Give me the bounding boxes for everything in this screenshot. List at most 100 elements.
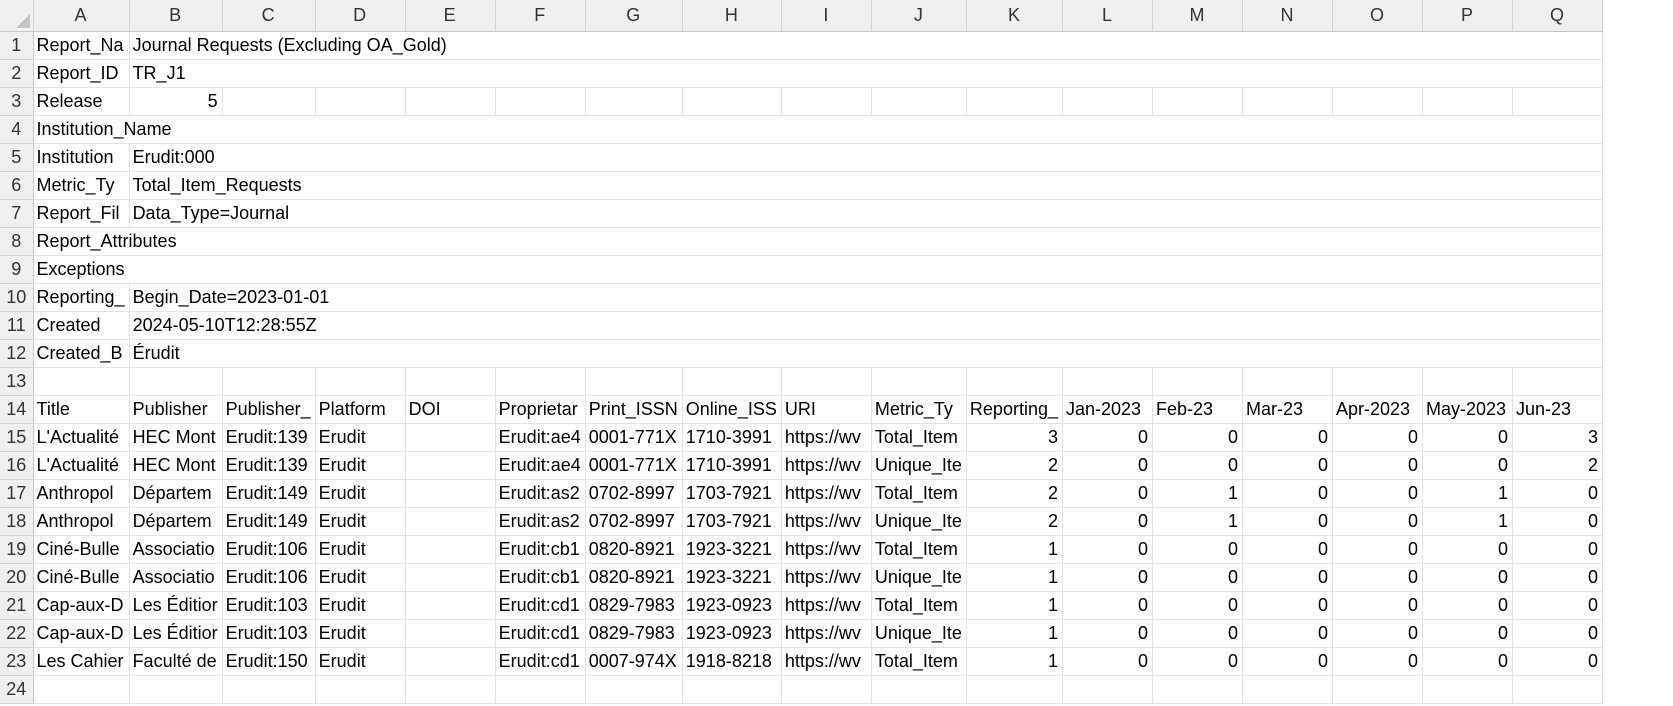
cell-h14[interactable]: Online_ISS bbox=[682, 395, 782, 424]
column-header-e[interactable]: E bbox=[405, 0, 496, 32]
cell-i20[interactable]: https://wv bbox=[781, 563, 872, 592]
cell-m15[interactable]: 0 bbox=[1152, 423, 1243, 452]
cell-b14[interactable]: Publisher bbox=[129, 395, 223, 424]
cell-o20[interactable]: 0 bbox=[1332, 563, 1423, 592]
cell-l20[interactable]: 0 bbox=[1062, 563, 1153, 592]
row-header[interactable]: 5 bbox=[0, 143, 34, 172]
cell-h22[interactable]: 1923-0923 bbox=[682, 619, 782, 648]
cell-i22[interactable]: https://wv bbox=[781, 619, 872, 648]
row-header[interactable]: 7 bbox=[0, 199, 34, 228]
cell-g16[interactable]: 0001-771X bbox=[585, 451, 683, 480]
row-header[interactable]: 11 bbox=[0, 311, 34, 340]
cell-g19[interactable]: 0820-8921 bbox=[585, 535, 683, 564]
cell-f19[interactable]: Erudit:cb1 bbox=[495, 535, 586, 564]
cell-q20[interactable]: 0 bbox=[1512, 563, 1603, 592]
column-header-f[interactable]: F bbox=[495, 0, 586, 32]
cell-o23[interactable]: 0 bbox=[1332, 647, 1423, 676]
cell-d16[interactable]: Erudit bbox=[315, 451, 406, 480]
cell-q22[interactable]: 0 bbox=[1512, 619, 1603, 648]
cell-p14[interactable]: May-2023 bbox=[1422, 395, 1513, 424]
cell-e24[interactable] bbox=[405, 675, 496, 704]
cell-q14[interactable]: Jun-23 bbox=[1512, 395, 1603, 424]
column-header-d[interactable]: D bbox=[315, 0, 406, 32]
cell-b20[interactable]: Associatio bbox=[129, 563, 223, 592]
cell-g18[interactable]: 0702-8997 bbox=[585, 507, 683, 536]
row-header[interactable]: 17 bbox=[0, 479, 34, 508]
cell-h13[interactable] bbox=[682, 367, 782, 396]
cell-b10[interactable]: Begin_Date=2023-01-01 bbox=[129, 283, 1603, 312]
cell-j16[interactable]: Unique_Ite bbox=[871, 451, 967, 480]
cell-a24[interactable] bbox=[33, 675, 130, 704]
cell-o18[interactable]: 0 bbox=[1332, 507, 1423, 536]
column-header-m[interactable]: M bbox=[1152, 0, 1243, 32]
cell-g13[interactable] bbox=[585, 367, 683, 396]
cell-e20[interactable] bbox=[405, 563, 496, 592]
cell-j3[interactable] bbox=[871, 87, 967, 116]
cell-c22[interactable]: Erudit:103 bbox=[222, 619, 316, 648]
cell-m21[interactable]: 0 bbox=[1152, 591, 1243, 620]
cell-b22[interactable]: Les Éditior bbox=[129, 619, 223, 648]
cell-j19[interactable]: Total_Item bbox=[871, 535, 967, 564]
cell-o24[interactable] bbox=[1332, 675, 1423, 704]
cell-f22[interactable]: Erudit:cd1 bbox=[495, 619, 586, 648]
cell-q15[interactable]: 3 bbox=[1512, 423, 1603, 452]
cell-o16[interactable]: 0 bbox=[1332, 451, 1423, 480]
cell-a22[interactable]: Cap-aux-D bbox=[33, 619, 130, 648]
cell-g24[interactable] bbox=[585, 675, 683, 704]
cell-a16[interactable]: L'Actualité bbox=[33, 451, 130, 480]
cell-o13[interactable] bbox=[1332, 367, 1423, 396]
cell-a8[interactable]: Report_Attributes bbox=[33, 227, 1603, 256]
cell-k3[interactable] bbox=[966, 87, 1063, 116]
cell-h20[interactable]: 1923-3221 bbox=[682, 563, 782, 592]
cell-k24[interactable] bbox=[966, 675, 1063, 704]
cell-e19[interactable] bbox=[405, 535, 496, 564]
column-header-q[interactable]: Q bbox=[1512, 0, 1603, 32]
cell-p13[interactable] bbox=[1422, 367, 1513, 396]
cell-a23[interactable]: Les Cahier bbox=[33, 647, 130, 676]
cell-o3[interactable] bbox=[1332, 87, 1423, 116]
column-header-g[interactable]: G bbox=[585, 0, 683, 32]
cell-n3[interactable] bbox=[1242, 87, 1333, 116]
column-header-i[interactable]: I bbox=[781, 0, 872, 32]
cell-c17[interactable]: Erudit:149 bbox=[222, 479, 316, 508]
cell-m13[interactable] bbox=[1152, 367, 1243, 396]
cell-p24[interactable] bbox=[1422, 675, 1513, 704]
cell-a5[interactable]: Institution bbox=[33, 143, 130, 172]
cell-l13[interactable] bbox=[1062, 367, 1153, 396]
cell-e16[interactable] bbox=[405, 451, 496, 480]
cell-q16[interactable]: 2 bbox=[1512, 451, 1603, 480]
cell-d19[interactable]: Erudit bbox=[315, 535, 406, 564]
cell-c24[interactable] bbox=[222, 675, 316, 704]
cell-o22[interactable]: 0 bbox=[1332, 619, 1423, 648]
cell-k13[interactable] bbox=[966, 367, 1063, 396]
cell-i16[interactable]: https://wv bbox=[781, 451, 872, 480]
cell-o21[interactable]: 0 bbox=[1332, 591, 1423, 620]
row-header[interactable]: 9 bbox=[0, 255, 34, 284]
cell-e14[interactable]: DOI bbox=[405, 395, 496, 424]
cell-m16[interactable]: 0 bbox=[1152, 451, 1243, 480]
cell-p19[interactable]: 0 bbox=[1422, 535, 1513, 564]
cell-l22[interactable]: 0 bbox=[1062, 619, 1153, 648]
row-header[interactable]: 24 bbox=[0, 675, 34, 704]
column-header-k[interactable]: K bbox=[966, 0, 1063, 32]
row-header[interactable]: 12 bbox=[0, 339, 34, 368]
cell-g20[interactable]: 0820-8921 bbox=[585, 563, 683, 592]
cell-i18[interactable]: https://wv bbox=[781, 507, 872, 536]
row-header[interactable]: 18 bbox=[0, 507, 34, 536]
cell-b23[interactable]: Faculté de bbox=[129, 647, 223, 676]
cell-a4[interactable]: Institution_Name bbox=[33, 115, 1603, 144]
cell-d14[interactable]: Platform bbox=[315, 395, 406, 424]
cell-k17[interactable]: 2 bbox=[966, 479, 1063, 508]
row-header[interactable]: 14 bbox=[0, 395, 34, 424]
cell-i19[interactable]: https://wv bbox=[781, 535, 872, 564]
cell-i21[interactable]: https://wv bbox=[781, 591, 872, 620]
cell-d22[interactable]: Erudit bbox=[315, 619, 406, 648]
cell-o17[interactable]: 0 bbox=[1332, 479, 1423, 508]
cell-l16[interactable]: 0 bbox=[1062, 451, 1153, 480]
cell-a18[interactable]: Anthropol bbox=[33, 507, 130, 536]
cell-p17[interactable]: 1 bbox=[1422, 479, 1513, 508]
cell-c16[interactable]: Erudit:139 bbox=[222, 451, 316, 480]
cell-f16[interactable]: Erudit:ae4 bbox=[495, 451, 586, 480]
column-header-o[interactable]: O bbox=[1332, 0, 1423, 32]
cell-l24[interactable] bbox=[1062, 675, 1153, 704]
